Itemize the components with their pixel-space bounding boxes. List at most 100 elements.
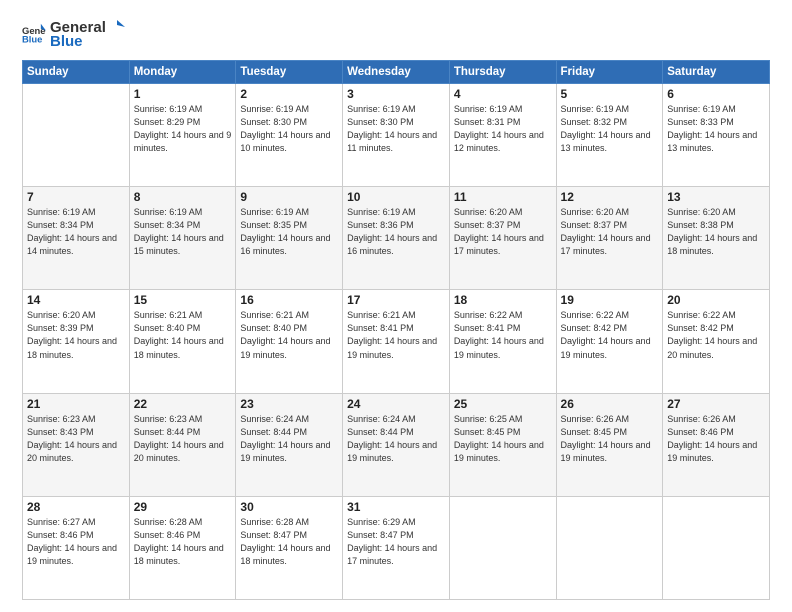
calendar-cell: 11 Sunrise: 6:20 AMSunset: 8:37 PMDayligh… [449, 187, 556, 290]
day-info: Sunrise: 6:20 AMSunset: 8:37 PMDaylight:… [454, 206, 552, 258]
calendar-cell: 20 Sunrise: 6:22 AMSunset: 8:42 PMDayligh… [663, 290, 770, 393]
day-number: 15 [134, 293, 232, 307]
day-info: Sunrise: 6:19 AMSunset: 8:34 PMDaylight:… [27, 206, 125, 258]
calendar-cell: 29 Sunrise: 6:28 AMSunset: 8:46 PMDayligh… [129, 496, 236, 599]
day-number: 31 [347, 500, 445, 514]
day-info: Sunrise: 6:23 AMSunset: 8:44 PMDaylight:… [134, 413, 232, 465]
calendar-cell [663, 496, 770, 599]
calendar-header-row: SundayMondayTuesdayWednesdayThursdayFrid… [23, 61, 770, 84]
calendar-cell [23, 84, 130, 187]
day-number: 3 [347, 87, 445, 101]
day-number: 18 [454, 293, 552, 307]
day-info: Sunrise: 6:28 AMSunset: 8:46 PMDaylight:… [134, 516, 232, 568]
calendar-cell: 12Sunrise: 6:20 AMSunset: 8:37 PMDayligh… [556, 187, 663, 290]
day-info: Sunrise: 6:19 AMSunset: 8:32 PMDaylight:… [561, 103, 659, 155]
day-number: 20 [667, 293, 765, 307]
day-info: Sunrise: 6:26 AMSunset: 8:46 PMDaylight:… [667, 413, 765, 465]
calendar-week-row: 21Sunrise: 6:23 AMSunset: 8:43 PMDayligh… [23, 393, 770, 496]
calendar-cell [449, 496, 556, 599]
day-number: 11 [454, 190, 552, 204]
calendar-cell: 2 Sunrise: 6:19 AMSunset: 8:30 PMDaylight… [236, 84, 343, 187]
calendar-week-row: 28 Sunrise: 6:27 AMSunset: 8:46 PMDayligh… [23, 496, 770, 599]
logo-icon: General Blue [22, 22, 46, 46]
calendar-cell: 22 Sunrise: 6:23 AMSunset: 8:44 PMDayligh… [129, 393, 236, 496]
calendar-cell: 17 Sunrise: 6:21 AMSunset: 8:41 PMDayligh… [343, 290, 450, 393]
calendar-day-header: Thursday [449, 61, 556, 84]
calendar-day-header: Wednesday [343, 61, 450, 84]
day-info: Sunrise: 6:28 AMSunset: 8:47 PMDaylight:… [240, 516, 338, 568]
day-number: 2 [240, 87, 338, 101]
day-number: 22 [134, 397, 232, 411]
day-number: 14 [27, 293, 125, 307]
calendar-cell: 9 Sunrise: 6:19 AMSunset: 8:35 PMDaylight… [236, 187, 343, 290]
day-number: 24 [347, 397, 445, 411]
day-info: Sunrise: 6:19 AMSunset: 8:35 PMDaylight:… [240, 206, 338, 258]
day-info: Sunrise: 6:24 AMSunset: 8:44 PMDaylight:… [347, 413, 445, 465]
calendar-cell: 7 Sunrise: 6:19 AMSunset: 8:34 PMDaylight… [23, 187, 130, 290]
logo-bird-icon [107, 18, 125, 36]
day-info: Sunrise: 6:25 AMSunset: 8:45 PMDaylight:… [454, 413, 552, 465]
day-info: Sunrise: 6:19 AMSunset: 8:31 PMDaylight:… [454, 103, 552, 155]
calendar-week-row: 1Sunrise: 6:19 AMSunset: 8:29 PMDaylight… [23, 84, 770, 187]
day-number: 7 [27, 190, 125, 204]
day-number: 27 [667, 397, 765, 411]
calendar-cell: 25 Sunrise: 6:25 AMSunset: 8:45 PMDayligh… [449, 393, 556, 496]
logo-text: General Blue [50, 18, 126, 50]
day-number: 30 [240, 500, 338, 514]
day-number: 25 [454, 397, 552, 411]
calendar-day-header: Friday [556, 61, 663, 84]
calendar-cell: 28 Sunrise: 6:27 AMSunset: 8:46 PMDayligh… [23, 496, 130, 599]
calendar-cell: 4 Sunrise: 6:19 AMSunset: 8:31 PMDaylight… [449, 84, 556, 187]
calendar-week-row: 7 Sunrise: 6:19 AMSunset: 8:34 PMDaylight… [23, 187, 770, 290]
day-info: Sunrise: 6:22 AMSunset: 8:42 PMDaylight:… [667, 309, 765, 361]
calendar-cell: 10Sunrise: 6:19 AMSunset: 8:36 PMDayligh… [343, 187, 450, 290]
day-number: 10 [347, 190, 445, 204]
calendar-cell: 19 Sunrise: 6:22 AMSunset: 8:42 PMDayligh… [556, 290, 663, 393]
calendar-cell: 16Sunrise: 6:21 AMSunset: 8:40 PMDayligh… [236, 290, 343, 393]
calendar-cell: 26 Sunrise: 6:26 AMSunset: 8:45 PMDayligh… [556, 393, 663, 496]
calendar-day-header: Saturday [663, 61, 770, 84]
day-number: 6 [667, 87, 765, 101]
calendar-day-header: Monday [129, 61, 236, 84]
day-number: 4 [454, 87, 552, 101]
header: General Blue General Blue [22, 18, 770, 50]
page: General Blue General Blue SundayMonda [0, 0, 792, 612]
calendar-cell: 27 Sunrise: 6:26 AMSunset: 8:46 PMDayligh… [663, 393, 770, 496]
day-number: 29 [134, 500, 232, 514]
calendar-cell: 15 Sunrise: 6:21 AMSunset: 8:40 PMDayligh… [129, 290, 236, 393]
day-info: Sunrise: 6:22 AMSunset: 8:42 PMDaylight:… [561, 309, 659, 361]
calendar-cell: 1Sunrise: 6:19 AMSunset: 8:29 PMDaylight… [129, 84, 236, 187]
day-info: Sunrise: 6:26 AMSunset: 8:45 PMDaylight:… [561, 413, 659, 465]
day-number: 9 [240, 190, 338, 204]
svg-text:Blue: Blue [22, 34, 42, 45]
day-info: Sunrise: 6:24 AMSunset: 8:44 PMDaylight:… [240, 413, 338, 465]
calendar-cell: 18Sunrise: 6:22 AMSunset: 8:41 PMDayligh… [449, 290, 556, 393]
day-info: Sunrise: 6:19 AMSunset: 8:33 PMDaylight:… [667, 103, 765, 155]
day-info: Sunrise: 6:19 AMSunset: 8:29 PMDaylight:… [134, 103, 232, 155]
day-number: 28 [27, 500, 125, 514]
day-info: Sunrise: 6:27 AMSunset: 8:46 PMDaylight:… [27, 516, 125, 568]
day-number: 16 [240, 293, 338, 307]
day-info: Sunrise: 6:21 AMSunset: 8:40 PMDaylight:… [134, 309, 232, 361]
day-info: Sunrise: 6:20 AMSunset: 8:39 PMDaylight:… [27, 309, 125, 361]
day-number: 21 [27, 397, 125, 411]
day-info: Sunrise: 6:19 AMSunset: 8:30 PMDaylight:… [240, 103, 338, 155]
calendar-cell: 13 Sunrise: 6:20 AMSunset: 8:38 PMDayligh… [663, 187, 770, 290]
day-number: 19 [561, 293, 659, 307]
day-number: 17 [347, 293, 445, 307]
day-info: Sunrise: 6:20 AMSunset: 8:37 PMDaylight:… [561, 206, 659, 258]
calendar-cell: 21Sunrise: 6:23 AMSunset: 8:43 PMDayligh… [23, 393, 130, 496]
calendar-cell: 6 Sunrise: 6:19 AMSunset: 8:33 PMDaylight… [663, 84, 770, 187]
calendar-cell: 24 Sunrise: 6:24 AMSunset: 8:44 PMDayligh… [343, 393, 450, 496]
day-number: 23 [240, 397, 338, 411]
day-number: 26 [561, 397, 659, 411]
day-info: Sunrise: 6:20 AMSunset: 8:38 PMDaylight:… [667, 206, 765, 258]
calendar-cell: 30 Sunrise: 6:28 AMSunset: 8:47 PMDayligh… [236, 496, 343, 599]
calendar-table: SundayMondayTuesdayWednesdayThursdayFrid… [22, 60, 770, 600]
day-number: 13 [667, 190, 765, 204]
calendar-cell: 31Sunrise: 6:29 AMSunset: 8:47 PMDayligh… [343, 496, 450, 599]
logo: General Blue General Blue [22, 18, 126, 50]
calendar-cell: 3Sunrise: 6:19 AMSunset: 8:30 PMDaylight… [343, 84, 450, 187]
calendar-cell: 5Sunrise: 6:19 AMSunset: 8:32 PMDaylight… [556, 84, 663, 187]
day-info: Sunrise: 6:21 AMSunset: 8:41 PMDaylight:… [347, 309, 445, 361]
